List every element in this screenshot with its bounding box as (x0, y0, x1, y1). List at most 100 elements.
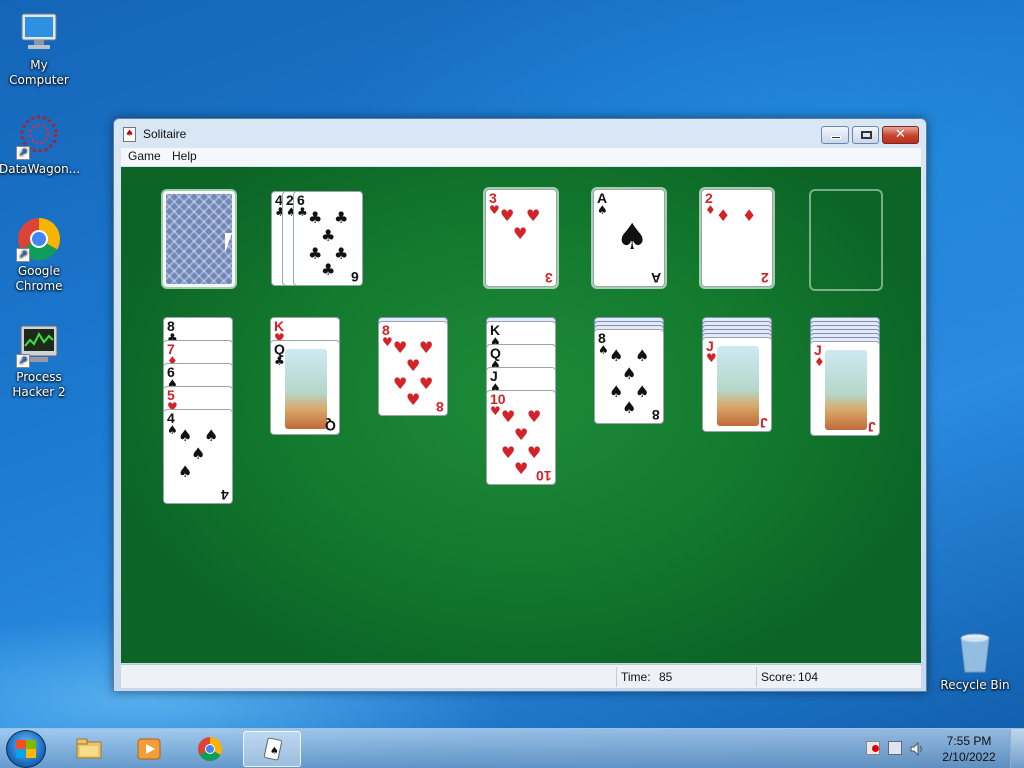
suit-pip-icon: ♦ (742, 206, 757, 225)
tableau-card[interactable]: 8 ♠ ♠ ♠ ♠ ♠ ♠ ♠ 8 (594, 329, 664, 424)
card-rank-bottom: 8 (436, 399, 444, 415)
suit-pip-icon: ♠ (609, 346, 624, 365)
solitaire-icon: ♠ (263, 737, 283, 761)
maximize-icon (861, 131, 872, 139)
card-rank-bottom: J (760, 415, 768, 431)
suit-pip-icon: ♥ (513, 224, 528, 243)
suit-pip-icon: ♥ (526, 206, 541, 225)
taskbar: ♠ 7:55 PM 2/10/2022 (0, 728, 1024, 768)
face-card-artwork (285, 349, 327, 429)
desktop-icon-process-hacker[interactable]: ↗ Process Hacker 2 (0, 322, 79, 400)
recycle-bin-icon (952, 630, 998, 676)
taskbar-item-explorer[interactable] (60, 731, 118, 767)
solitaire-window[interactable]: ♠ Solitaire ✕ Game Help 4 ♣ 2 ♠ 6 ♣ ♣ ♣ ♣ ♣ ♣ ♣ 6 3 ♥ ♥… (113, 118, 927, 692)
suit-pip-icon: ♣ (321, 260, 336, 279)
menu-help[interactable]: Help (172, 149, 197, 163)
card-suit-icon: ♥ (706, 351, 717, 365)
windows-logo-icon (16, 740, 36, 758)
tableau-card[interactable]: 8 ♥ ♥ ♥ ♥ ♥ ♥ ♥ 8 (378, 321, 448, 416)
status-bar: Time: 85 Score: 104 (121, 664, 921, 688)
desktop-icon-chrome[interactable]: ↗ Google Chrome (0, 216, 79, 294)
suit-pip-icon: ♠ (616, 217, 649, 258)
card-suit-icon: ♠ (598, 343, 609, 357)
suit-pip-icon: ♥ (514, 459, 529, 478)
desktop-icon-label: Process Hacker 2 (12, 370, 66, 399)
tableau-card[interactable]: J ♦ J (810, 341, 880, 436)
maximize-button[interactable] (852, 126, 879, 144)
minimize-button[interactable] (821, 126, 849, 144)
desktop-icon-label: Recycle Bin (940, 678, 1010, 692)
taskbar-item-solitaire[interactable]: ♠ (243, 731, 301, 767)
suit-pip-icon: ♥ (406, 356, 421, 375)
mouse-cursor (225, 233, 232, 253)
volume-icon[interactable] (910, 741, 924, 757)
system-tray: 7:55 PM 2/10/2022 (854, 729, 1024, 768)
media-player-icon (137, 738, 161, 760)
card-suit-icon: ♠ (597, 203, 608, 217)
desktop-icon-my-computer[interactable]: My Computer (0, 10, 79, 88)
status-divider (616, 667, 617, 687)
chrome-icon: ↗ (16, 216, 62, 262)
clock-date[interactable]: 2/10/2022 (934, 750, 1004, 764)
suit-pip-icon: ♣ (321, 226, 336, 245)
game-table[interactable]: 4 ♣ 2 ♠ 6 ♣ ♣ ♣ ♣ ♣ ♣ ♣ 6 3 ♥ ♥ ♥ ♥ 3 A ♠ ♠ A 2 ♦ ♦ ♦ 2 8 ♣ 7 ♦ 6 ♠ 5 ♥ 4 ♠ ♠ ♠… (121, 167, 921, 663)
tableau-card[interactable]: J ♥ J (702, 337, 772, 432)
foundation-pile[interactable]: A ♠ ♠ A (593, 189, 665, 287)
card-rank-bottom: 10 (536, 468, 552, 484)
tableau-card[interactable]: 4 ♠ ♠ ♠ ♠ ♠ 4 (163, 409, 233, 504)
computer-icon (16, 10, 62, 56)
menu-bar: Game Help (121, 148, 921, 166)
suit-pip-icon: ♥ (500, 206, 515, 225)
clock-time[interactable]: 7:55 PM (934, 734, 1004, 748)
window-titlebar[interactable]: ♠ Solitaire ✕ (114, 119, 926, 147)
card-suit-icon: ♥ (490, 404, 501, 418)
suit-pip-icon: ♥ (419, 338, 434, 357)
suit-pip-icon: ♥ (419, 374, 434, 393)
desktop-icon-recycle-bin[interactable]: Recycle Bin (935, 630, 1015, 693)
foundation-pile[interactable]: 2 ♦ ♦ ♦ 2 (701, 189, 773, 287)
suit-pip-icon: ♣ (334, 244, 349, 263)
action-center-flag-icon[interactable] (866, 741, 880, 755)
score-label: Score: (761, 670, 796, 684)
card-rank-bottom: 4 (221, 487, 229, 503)
card-suit-icon: ♠ (167, 423, 178, 437)
suit-pip-icon: ♠ (635, 382, 650, 401)
suit-pip-icon: ♠ (204, 426, 219, 445)
empty-foundation-slot[interactable] (809, 189, 883, 291)
card-rank-bottom: 3 (545, 270, 553, 286)
menu-game[interactable]: Game (128, 149, 161, 163)
suit-pip-icon: ♦ (716, 206, 731, 225)
close-icon: ✕ (895, 127, 906, 142)
card-rank-bottom: J (868, 419, 876, 435)
close-button[interactable]: ✕ (882, 126, 919, 144)
suit-pip-icon: ♥ (406, 390, 421, 409)
desktop-icon-datawagon[interactable]: ↗ DataWagon... (0, 114, 81, 177)
suit-pip-icon: ♥ (527, 407, 542, 426)
desktop-icon-label: DataWagon... (0, 162, 81, 176)
card-suit-icon: ♥ (382, 335, 393, 349)
status-divider (756, 667, 757, 687)
score-value: 104 (798, 670, 819, 684)
taskbar-item-media-player[interactable] (120, 731, 178, 767)
waste-card[interactable]: 6 ♣ ♣ ♣ ♣ ♣ ♣ ♣ 6 (293, 191, 363, 286)
svg-text:♠: ♠ (270, 746, 279, 757)
show-desktop-button[interactable] (1010, 729, 1024, 768)
solitaire-app-icon: ♠ (123, 127, 136, 142)
desktop-icon-label: Google Chrome (15, 264, 63, 293)
tableau-card[interactable]: 10 ♥ ♥ ♥ ♥ ♥ ♥ ♥ 10 (486, 390, 556, 485)
card-rank-bottom: 6 (351, 269, 359, 285)
card-rank-bottom: 2 (761, 270, 769, 286)
card-suit-icon: ♣ (297, 205, 308, 219)
suit-pip-icon: ♥ (514, 425, 529, 444)
taskbar-item-chrome[interactable] (181, 731, 239, 767)
network-icon[interactable] (888, 741, 902, 755)
suit-pip-icon: ♣ (334, 208, 349, 227)
suit-pip-icon: ♠ (178, 426, 193, 445)
tableau-card[interactable]: Q ♣ Q (270, 340, 340, 435)
suit-pip-icon: ♠ (622, 364, 637, 383)
suit-pip-icon: ♣ (308, 208, 323, 227)
start-button[interactable] (6, 730, 46, 768)
card-suit-icon: ♦ (705, 203, 716, 217)
card-suit-icon: ♥ (489, 203, 500, 217)
foundation-pile[interactable]: 3 ♥ ♥ ♥ ♥ 3 (485, 189, 557, 287)
